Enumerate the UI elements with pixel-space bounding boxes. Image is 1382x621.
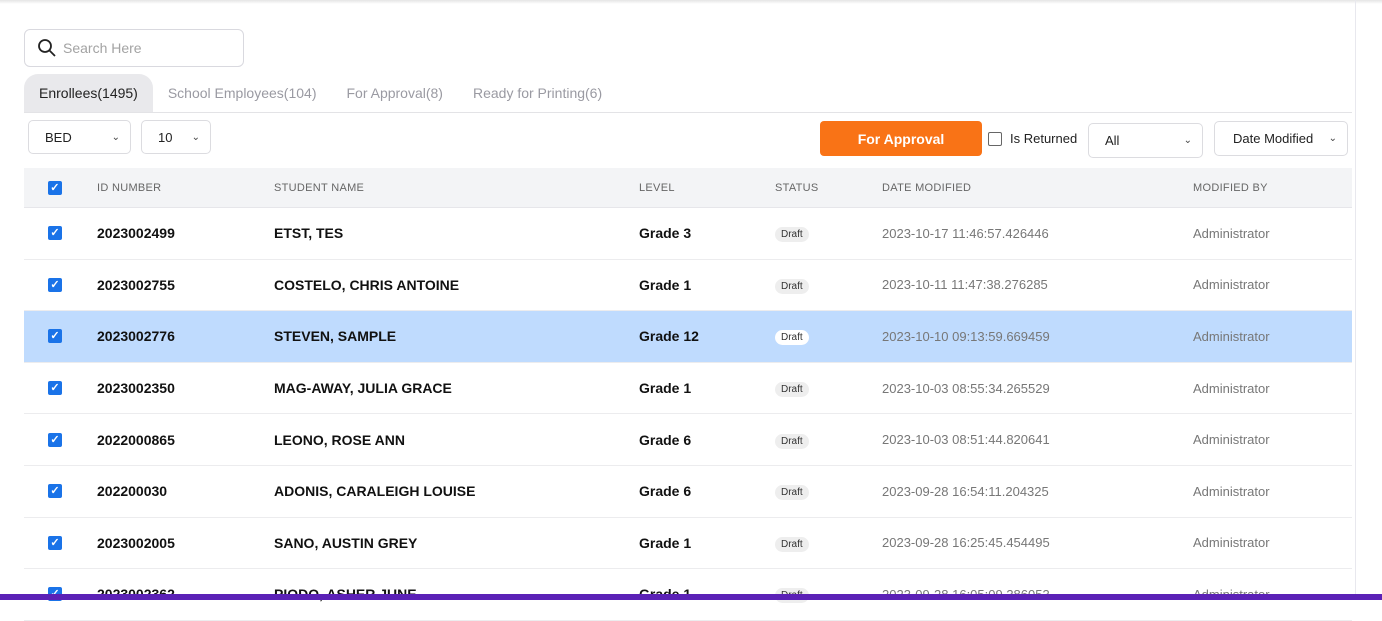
chevron-down-icon: ⌄ [111, 131, 120, 143]
student-name: ETST, TES [274, 225, 344, 242]
status-filter-select[interactable]: All ⌄ [1088, 123, 1203, 158]
row-checkbox[interactable]: ✓ [48, 432, 62, 447]
status-badge: Draft [775, 278, 809, 294]
modified-by: Administrator [1193, 328, 1270, 344]
status-badge: Draft [775, 536, 809, 552]
student-name: ADONIS, CARALEIGH LOUISE [274, 483, 476, 500]
modified-by: Administrator [1193, 225, 1270, 241]
search-box[interactable] [24, 29, 244, 67]
modified-by: Administrator [1193, 483, 1270, 499]
row-checkbox[interactable]: ✓ [48, 329, 62, 344]
top-shadow [0, 0, 1382, 4]
modified-by: Administrator [1193, 277, 1270, 293]
student-name: MAG-AWAY, JULIA GRACE [274, 380, 452, 397]
row-checkbox[interactable]: ✓ [48, 484, 62, 499]
status-badge: Draft [775, 485, 809, 501]
id-number: 2023002350 [97, 380, 175, 397]
header-status[interactable]: STATUS [775, 182, 882, 194]
is-returned-checkbox[interactable]: Is Returned [988, 131, 1077, 146]
level: Grade 1 [639, 534, 692, 551]
table-row[interactable]: ✓ 2023002499 ETST, TES Grade 3 Draft 202… [24, 208, 1352, 260]
table-row[interactable]: ✓ 2023002776 STEVEN, SAMPLE Grade 12 Dra… [24, 311, 1352, 363]
department-select[interactable]: BED ⌄ [28, 120, 131, 154]
date-modified: 2023-09-28 16:54:11.204325 [882, 483, 1049, 499]
status-badge: Draft [775, 382, 809, 398]
checkbox[interactable] [988, 131, 1002, 146]
date-modified: 2023-10-03 08:55:34.265529 [882, 380, 1050, 396]
table-row[interactable]: ✓ 2023002005 SANO, AUSTIN GREY Grade 1 D… [24, 518, 1352, 570]
id-number: 2023002776 [97, 328, 175, 345]
table-row[interactable]: ✓ 2022000865 LEONO, ROSE ANN Grade 6 Dra… [24, 414, 1352, 466]
select-all-checkbox[interactable]: ✓ [48, 180, 62, 195]
sort-value: Date Modified [1233, 131, 1314, 146]
row-checkbox[interactable]: ✓ [48, 535, 62, 550]
date-modified: 2023-10-17 11:46:57.426446 [882, 225, 1049, 241]
level: Grade 12 [639, 328, 699, 345]
level: Grade 6 [639, 483, 692, 500]
level: Grade 6 [639, 431, 692, 448]
search-input[interactable] [63, 40, 233, 56]
student-name: COSTELO, CHRIS ANTOINE [274, 276, 460, 293]
header-student-name[interactable]: STUDENT NAME [274, 182, 639, 194]
status-badge: Draft [775, 330, 809, 346]
enrollees-table: ✓ ID NUMBER STUDENT NAME LEVEL STATUS DA… [24, 168, 1352, 621]
status-badge: Draft [775, 227, 809, 243]
tab-enrollees[interactable]: Enrollees(1495) [24, 74, 153, 112]
modified-by: Administrator [1193, 380, 1270, 396]
date-modified: 2023-10-03 08:51:44.820641 [882, 432, 1050, 448]
id-number: 2023002499 [97, 225, 175, 242]
tab-school-employees[interactable]: School Employees(104) [153, 74, 332, 112]
header-date-modified[interactable]: DATE MODIFIED [882, 182, 1193, 194]
id-number: 202200030 [97, 483, 168, 500]
level: Grade 3 [639, 225, 692, 242]
for-approval-button[interactable]: For Approval [820, 121, 982, 156]
student-name: SANO, AUSTIN GREY [274, 534, 418, 551]
tab-for-approval[interactable]: For Approval(8) [331, 74, 457, 112]
table-header: ✓ ID NUMBER STUDENT NAME LEVEL STATUS DA… [24, 168, 1352, 208]
is-returned-label: Is Returned [1010, 131, 1078, 146]
sort-select[interactable]: Date Modified ⌄ [1214, 121, 1348, 156]
row-checkbox[interactable]: ✓ [48, 277, 62, 292]
id-number: 2022000865 [97, 431, 175, 448]
header-level[interactable]: LEVEL [639, 182, 775, 194]
tab-bar: Enrollees(1495) School Employees(104) Fo… [24, 74, 1352, 113]
student-name: LEONO, ROSE ANN [274, 431, 405, 448]
tab-ready-for-printing[interactable]: Ready for Printing(6) [458, 74, 617, 112]
modified-by: Administrator [1193, 535, 1270, 551]
date-modified: 2023-09-28 16:25:45.454495 [882, 535, 1050, 551]
bottom-bar [0, 594, 1382, 600]
id-number: 2023002755 [97, 276, 175, 293]
date-modified: 2023-10-10 09:13:59.669459 [882, 328, 1050, 344]
status-filter-value: All [1105, 133, 1120, 148]
chevron-down-icon: ⌄ [191, 131, 200, 143]
department-value: BED [45, 129, 72, 145]
search-icon [38, 39, 56, 57]
chevron-down-icon: ⌄ [1328, 133, 1337, 144]
status-badge: Draft [775, 433, 809, 449]
row-checkbox[interactable]: ✓ [48, 381, 62, 396]
page-size-value: 10 [158, 129, 173, 145]
header-id-number[interactable]: ID NUMBER [97, 182, 274, 194]
table-row[interactable]: ✓ 2023002755 COSTELO, CHRIS ANTOINE Grad… [24, 260, 1352, 312]
table-row[interactable]: ✓ 2023002350 MAG-AWAY, JULIA GRACE Grade… [24, 363, 1352, 415]
level: Grade 1 [639, 276, 692, 293]
table-row[interactable]: ✓ 202200030 ADONIS, CARALEIGH LOUISE Gra… [24, 466, 1352, 518]
student-name: STEVEN, SAMPLE [274, 328, 397, 345]
page-size-select[interactable]: 10 ⌄ [141, 120, 211, 154]
chevron-down-icon: ⌄ [1183, 135, 1192, 146]
modified-by: Administrator [1193, 432, 1270, 448]
level: Grade 1 [639, 380, 692, 397]
header-modified-by[interactable]: MODIFIED BY [1193, 182, 1352, 194]
scrollbar-track[interactable] [1355, 0, 1356, 600]
row-checkbox[interactable]: ✓ [48, 226, 62, 241]
date-modified: 2023-10-11 11:47:38.276285 [882, 277, 1048, 293]
id-number: 2023002005 [97, 534, 175, 551]
